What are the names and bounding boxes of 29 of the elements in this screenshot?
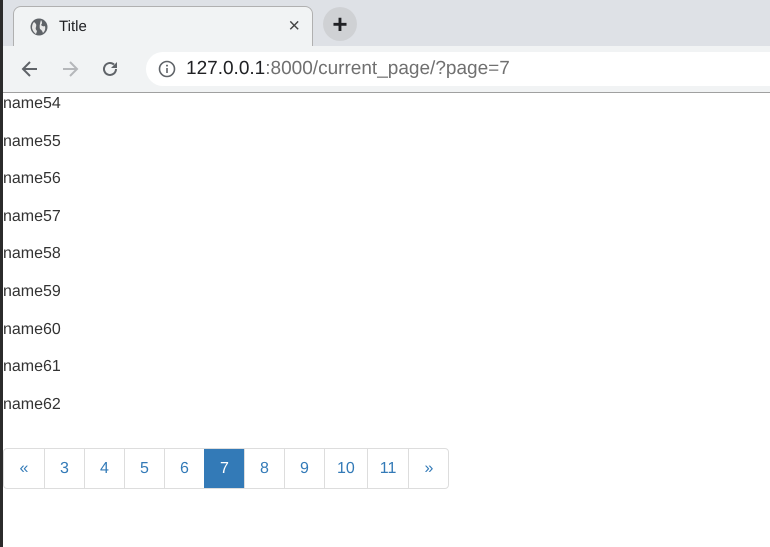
list-item: name61 [3,357,62,378]
list-item: name56 [3,169,62,190]
page-link[interactable]: 5 [124,449,164,488]
address-bar[interactable]: 127.0.0.1:8000/current_page/?page=7 [146,52,770,86]
info-icon [158,60,176,78]
page-link[interactable]: 9 [284,449,324,488]
page-link[interactable]: 7 [204,449,244,488]
page-link[interactable]: » [408,449,448,488]
new-tab-button[interactable]: + [323,7,357,41]
page-link[interactable]: 8 [244,449,284,488]
list-item: name59 [3,282,62,302]
page-link[interactable]: 10 [324,449,367,488]
page-link[interactable]: « [4,449,44,488]
list-item: name60 [3,320,62,340]
list-item: name55 [3,132,62,152]
back-icon[interactable] [20,59,40,79]
page-link[interactable]: 11 [366,449,408,488]
list-item: name54 [3,94,62,114]
list-item: name58 [3,244,62,264]
reload-icon[interactable] [100,59,120,79]
browser-tab[interactable]: Title × [13,6,313,46]
page-link[interactable]: 3 [44,449,84,488]
list-item: name57 [3,206,62,227]
tab-title: Title [59,18,88,35]
close-icon[interactable]: × [288,15,300,38]
url-text: 127.0.0.1:8000/current_page/?page=7 [186,58,510,80]
list-item: name62 [3,394,62,415]
page-link[interactable]: 4 [84,449,124,488]
globe-icon [30,18,48,36]
